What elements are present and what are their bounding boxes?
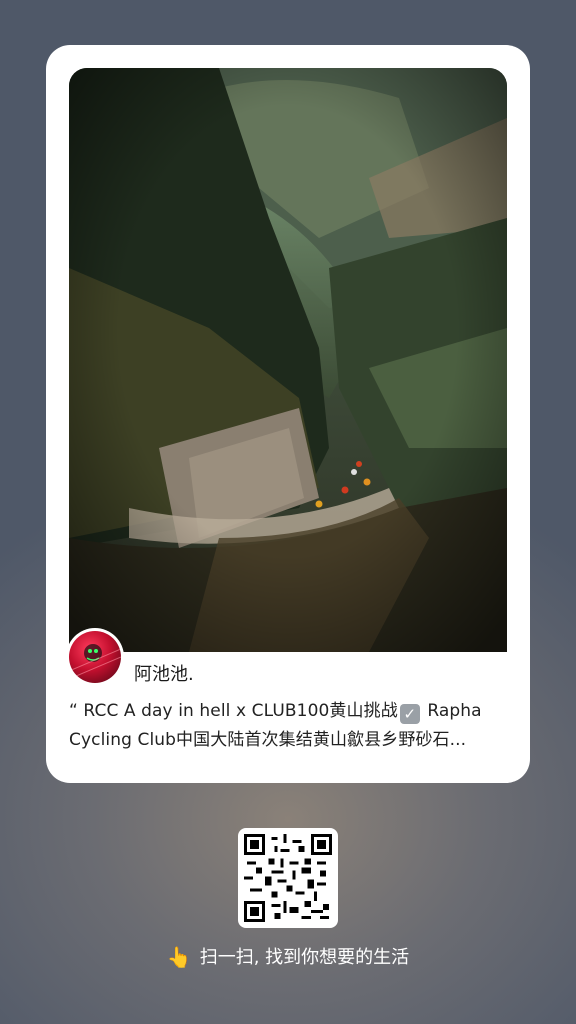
post-username[interactable]: 阿池池. [134, 660, 194, 686]
post-text-line-1-start: “ RCC A day in hell x CLUB100黄山挑战 [69, 701, 398, 721]
pointing-hand-icon: 👆 [166, 945, 192, 969]
user-avatar[interactable] [66, 628, 124, 686]
post-excerpt[interactable]: “ RCC A day in hell x CLUB100黄山挑战 ✓ Rapha… [69, 697, 509, 755]
post-photo[interactable] [69, 68, 507, 652]
qr-code [238, 828, 338, 928]
avatar-face-icon [69, 644, 121, 680]
post-text-line-1-end: Rapha [421, 701, 482, 721]
scan-hint-text: 扫一扫, 找到你想要的生活 [199, 947, 410, 968]
share-card[interactable]: 阿池池. “ RCC A day in hell x CLUB100黄山挑战 ✓ … [46, 45, 530, 783]
scan-hint: 👆 扫一扫, 找到你想要的生活 [0, 943, 576, 969]
post-text-line-2: Cycling Club中国大陆首次集结黄山歙县乡野砂石... [69, 730, 467, 750]
check-mark-icon: ✓ [399, 704, 420, 724]
post-text-line-1: “ RCC A day in hell x CLUB100黄山挑战 ✓ Rapha [69, 697, 509, 726]
